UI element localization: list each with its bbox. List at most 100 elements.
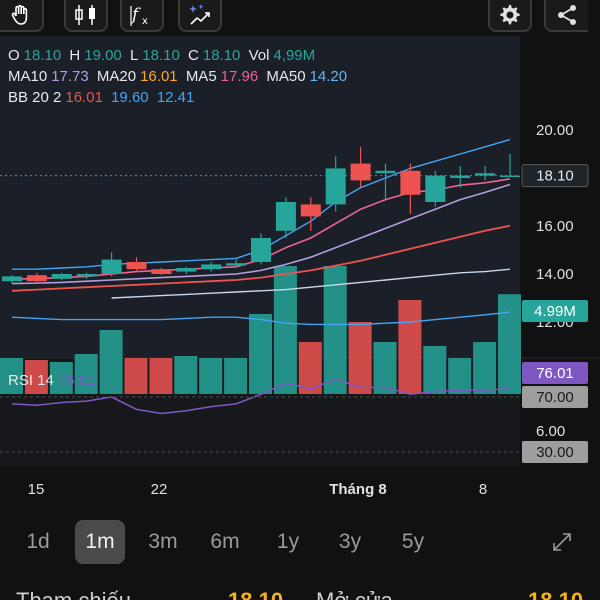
close-value: 18.10 bbox=[202, 47, 241, 64]
rsi-value: 76.01 bbox=[57, 372, 96, 389]
volume-bar bbox=[498, 294, 521, 394]
volume-bar bbox=[448, 358, 472, 394]
volume-bar bbox=[348, 322, 372, 394]
close-label: C bbox=[188, 47, 199, 64]
candle-body bbox=[325, 168, 346, 205]
x-axis-tick: 22 bbox=[151, 481, 168, 498]
volume-label: Vol bbox=[248, 47, 270, 64]
expand-icon bbox=[553, 533, 571, 551]
volume-bar bbox=[423, 346, 447, 394]
magic-draw-icon bbox=[189, 4, 210, 25]
fullscreen-button[interactable] bbox=[550, 530, 574, 554]
volume-bar bbox=[249, 314, 272, 394]
volume-bar bbox=[273, 266, 297, 394]
candle-body bbox=[51, 274, 72, 279]
candle-body bbox=[375, 170, 396, 174]
bb-lower-value: 12.41 bbox=[156, 89, 195, 106]
rsi-value-badge: 76.01 bbox=[536, 365, 574, 382]
period-1d[interactable]: 1d bbox=[13, 520, 63, 564]
ma5-value: 17.96 bbox=[220, 68, 259, 85]
drawing-tool-button[interactable] bbox=[178, 0, 222, 32]
share-button[interactable] bbox=[544, 0, 588, 32]
ohlc-legend: O 18.10 H 19.00 L 18.10 C 18.10 Vol 4,99M bbox=[8, 47, 319, 64]
x-axis-tick: Tháng 8 bbox=[329, 481, 387, 498]
period-1m[interactable]: 1m bbox=[75, 520, 125, 564]
candle-body bbox=[251, 238, 271, 262]
candle-body bbox=[101, 259, 122, 274]
open-price-label: Mở cửa bbox=[316, 588, 393, 600]
svg-text:f: f bbox=[130, 5, 141, 25]
volume-value: 4,99M bbox=[273, 47, 316, 64]
candle-body bbox=[425, 175, 446, 202]
low-label: L bbox=[129, 47, 139, 64]
bb-legend: BB 20 2 16.01 19.60 12.41 bbox=[8, 89, 198, 106]
volume-bar bbox=[373, 342, 397, 394]
indicator-button[interactable]: f x bbox=[120, 0, 164, 32]
price-chart[interactable]: 20.0016.0014.0012.0010.00 6.00 18.104.99… bbox=[0, 36, 600, 506]
candle-body bbox=[275, 202, 296, 231]
volume-bar bbox=[199, 358, 223, 394]
rsi-legend: RSI 14 76.01 bbox=[8, 372, 99, 389]
x-axis-tick: 15 bbox=[28, 481, 45, 498]
rsi-axis-tick: 6.00 bbox=[536, 423, 565, 440]
volume-badge: 4.99M bbox=[534, 303, 576, 320]
chart-toolbar: f x bbox=[0, 0, 600, 36]
ma20-value: 16.01 bbox=[140, 68, 178, 85]
bb-mid-value: 16.01 bbox=[65, 89, 103, 106]
period-1y[interactable]: 1y bbox=[263, 520, 313, 564]
hand-pointer-icon bbox=[11, 4, 28, 25]
volume-bar bbox=[473, 342, 497, 394]
candle-body bbox=[126, 262, 147, 270]
candle-body bbox=[26, 275, 47, 282]
low-value: 18.10 bbox=[142, 47, 180, 64]
ma20-label: MA20 bbox=[96, 68, 137, 85]
reference-label: Tham chiếu bbox=[16, 588, 131, 600]
period-selector: 1d 1m 3m 6m 1y 3y 5y bbox=[0, 518, 600, 566]
gear-icon bbox=[500, 5, 520, 25]
svg-text:x: x bbox=[142, 16, 148, 27]
bb-label: BB 20 2 bbox=[8, 89, 62, 106]
period-6m[interactable]: 6m bbox=[200, 520, 250, 564]
rsi-label: RSI 14 bbox=[8, 372, 54, 389]
ma10-value: 17.73 bbox=[51, 68, 89, 85]
rsi-30-badge: 30.00 bbox=[536, 444, 574, 461]
indicator-fx-icon: f x bbox=[130, 5, 148, 27]
candle-body bbox=[226, 263, 247, 266]
candle-body bbox=[350, 163, 371, 181]
ma-legend: MA10 17.73 MA20 16.01 MA5 17.96 MA50 14.20 bbox=[8, 68, 351, 85]
ma5-label: MA5 bbox=[185, 68, 217, 85]
volume-bar bbox=[174, 356, 198, 394]
rsi-70-badge: 70.00 bbox=[536, 389, 574, 406]
volume-bar bbox=[398, 300, 422, 394]
settings-button[interactable] bbox=[488, 0, 532, 32]
reference-value: 18.10 bbox=[228, 588, 283, 600]
chart-type-button[interactable] bbox=[64, 0, 108, 32]
ma50-value: 14.20 bbox=[309, 68, 348, 85]
open-price-value: 18.10 bbox=[528, 588, 583, 600]
candle-body bbox=[300, 204, 321, 217]
volume-bar bbox=[224, 358, 248, 394]
candle-body bbox=[76, 274, 97, 277]
volume-bar bbox=[124, 358, 148, 394]
share-icon bbox=[558, 5, 576, 25]
candle-body bbox=[176, 268, 197, 272]
high-label: H bbox=[69, 47, 81, 64]
ma50-label: MA50 bbox=[266, 68, 306, 85]
price-axis-tick: 20.00 bbox=[536, 122, 574, 139]
hand-pointer-button[interactable] bbox=[0, 0, 44, 32]
high-value: 19.00 bbox=[84, 47, 122, 64]
candle-body bbox=[2, 276, 22, 282]
last-price-badge: 18.10 bbox=[536, 168, 574, 185]
volume-bar bbox=[149, 358, 173, 394]
ma10-label: MA10 bbox=[8, 68, 48, 85]
period-3m[interactable]: 3m bbox=[138, 520, 188, 564]
candle-body bbox=[201, 264, 222, 270]
open-label: O bbox=[8, 47, 20, 64]
period-5y[interactable]: 5y bbox=[388, 520, 438, 564]
bb-upper-value: 19.60 bbox=[111, 89, 149, 106]
candlestick-icon bbox=[75, 5, 95, 25]
candle-body bbox=[400, 170, 421, 195]
period-3y[interactable]: 3y bbox=[325, 520, 375, 564]
price-axis-tick: 14.00 bbox=[536, 266, 574, 283]
price-summary-row: Tham chiếu 18.10 Mở cửa 18.10 bbox=[0, 582, 600, 600]
